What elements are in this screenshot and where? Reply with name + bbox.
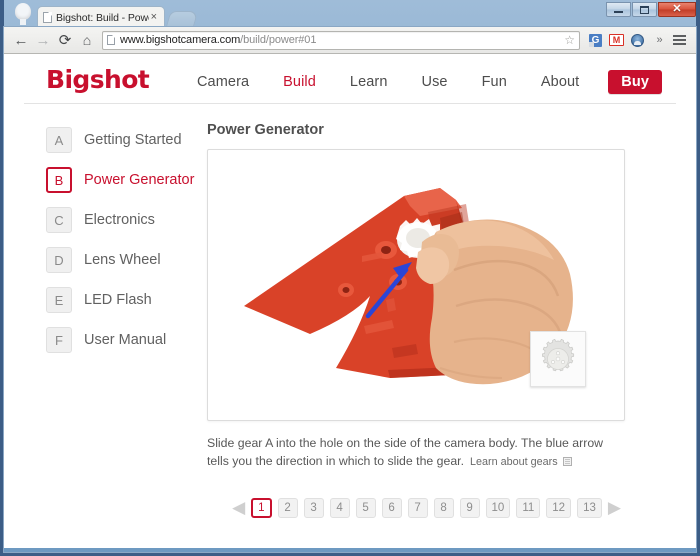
page-button-5[interactable]: 5 xyxy=(355,497,376,518)
instruction-photo xyxy=(240,178,594,393)
gear-thumbnail[interactable] xyxy=(530,331,586,387)
nav-item-about[interactable]: About xyxy=(524,74,596,90)
page-button-7[interactable]: 7 xyxy=(407,497,428,518)
page-button-9[interactable]: 9 xyxy=(459,497,480,518)
sidebar-item-label: Getting Started xyxy=(84,132,182,148)
forward-button[interactable]: → xyxy=(32,29,54,51)
sidebar-item-label: User Manual xyxy=(84,332,167,348)
sidebar-item-label: Electronics xyxy=(84,212,155,228)
window-border-bottom xyxy=(0,552,700,556)
sidebar-item-power-generator[interactable]: B Power Generator xyxy=(46,166,201,194)
learn-about-gears-link[interactable]: Learn about gears xyxy=(470,456,558,468)
main-navigation: Camera Build Learn Use Fun About Buy xyxy=(180,70,662,94)
buy-button[interactable]: Buy xyxy=(608,70,662,94)
tab-favicon-icon xyxy=(43,12,52,23)
page-button-4[interactable]: 4 xyxy=(329,497,350,518)
sidebar-badge: C xyxy=(46,207,72,233)
sidebar-item-label: LED Flash xyxy=(84,292,152,308)
sidebar-item-lens-wheel[interactable]: D Lens Wheel xyxy=(46,246,201,274)
url-text: www.bigshotcamera.com/build/power#01 xyxy=(120,34,316,46)
browser-tab[interactable]: Bigshot: Build - Power × xyxy=(37,6,165,28)
chrome-logo-icon xyxy=(12,3,34,27)
page-favicon-icon xyxy=(107,35,115,45)
page-button-10[interactable]: 10 xyxy=(485,497,511,518)
window-border-left xyxy=(0,0,4,556)
reload-button[interactable]: ⟳ xyxy=(54,29,76,51)
user-avatar-glyph xyxy=(631,33,644,47)
page-viewport: Bigshot Camera Build Learn Use Fun About… xyxy=(4,54,696,548)
sidebar-item-label: Power Generator xyxy=(84,172,195,188)
sidebar-badge: A xyxy=(46,127,72,153)
sidebar-item-label: Lens Wheel xyxy=(84,252,161,268)
sidebar-item-getting-started[interactable]: A Getting Started xyxy=(46,126,201,154)
sidebar-badge: E xyxy=(46,287,72,313)
tab-close-icon[interactable]: × xyxy=(149,12,159,23)
home-button[interactable]: ⌂ xyxy=(76,29,98,51)
page-title: Power Generator xyxy=(207,122,324,138)
sidebar-badge: B xyxy=(46,167,72,193)
page-button-8[interactable]: 8 xyxy=(433,497,454,518)
gear-icon xyxy=(542,339,575,372)
sidebar-item-user-manual[interactable]: F User Manual xyxy=(46,326,201,354)
bookmark-star-icon[interactable]: ☆ xyxy=(560,33,575,47)
page-body: A Getting Started B Power Generator C El… xyxy=(4,104,696,518)
instruction-photo-card xyxy=(207,149,625,421)
nav-item-build[interactable]: Build xyxy=(266,74,333,90)
back-button[interactable]: ← xyxy=(10,29,32,51)
pagination: ◀ 1 2 3 4 5 6 7 8 9 10 11 12 13 ▶ xyxy=(207,497,674,518)
page-button-2[interactable]: 2 xyxy=(277,497,298,518)
hamburger-glyph xyxy=(673,35,686,45)
sidebar-badge: D xyxy=(46,247,72,273)
tab-title: Bigshot: Build - Power xyxy=(56,11,149,24)
google-translate-glyph: G xyxy=(589,33,602,47)
chrome-menu-icon[interactable] xyxy=(669,30,690,51)
page-button-13[interactable]: 13 xyxy=(577,497,602,518)
page-button-12[interactable]: 12 xyxy=(546,497,572,518)
browser-window: ✕ Bigshot: Build - Power × ← → ⟳ ⌂ www.b… xyxy=(0,0,700,556)
nav-item-use[interactable]: Use xyxy=(405,74,465,90)
site-header: Bigshot Camera Build Learn Use Fun About… xyxy=(24,54,676,104)
user-account-icon[interactable] xyxy=(627,30,648,51)
sidebar-badge: F xyxy=(46,327,72,353)
sidebar-item-electronics[interactable]: C Electronics xyxy=(46,206,201,234)
tab-strip: Bigshot: Build - Power × xyxy=(0,0,700,28)
site-logo[interactable]: Bigshot xyxy=(46,65,150,94)
google-translate-icon[interactable]: G xyxy=(585,30,606,51)
overflow-glyph: » xyxy=(656,34,662,46)
page-button-3[interactable]: 3 xyxy=(303,497,324,518)
instruction-caption: Slide gear A into the hole on the side o… xyxy=(207,434,627,471)
nav-item-learn[interactable]: Learn xyxy=(333,74,405,90)
sidebar-item-led-flash[interactable]: E LED Flash xyxy=(46,286,201,314)
pagination-prev-icon[interactable]: ◀ xyxy=(232,498,245,517)
pagination-next-icon[interactable]: ▶ xyxy=(608,498,621,517)
nav-item-camera[interactable]: Camera xyxy=(180,74,266,90)
new-tab-button[interactable] xyxy=(165,11,199,28)
window-border-right xyxy=(696,0,700,556)
document-icon[interactable] xyxy=(562,457,572,467)
chapter-sidebar: A Getting Started B Power Generator C El… xyxy=(26,122,201,518)
gmail-glyph: M xyxy=(609,34,624,46)
page-button-11[interactable]: 11 xyxy=(516,497,541,518)
browser-toolbar: ← → ⟳ ⌂ www.bigshotcamera.com/build/powe… xyxy=(4,27,696,54)
nav-item-fun[interactable]: Fun xyxy=(465,74,524,90)
main-content: Power Generator Slide gear A into the ho… xyxy=(201,122,674,518)
url-path: /build/power#01 xyxy=(240,34,317,46)
page-button-6[interactable]: 6 xyxy=(381,497,402,518)
url-domain: www.bigshotcamera.com xyxy=(120,34,241,46)
overflow-icon[interactable]: » xyxy=(648,30,669,51)
address-bar[interactable]: www.bigshotcamera.com/build/power#01 ☆ xyxy=(102,30,580,50)
page-button-1[interactable]: 1 xyxy=(251,497,272,518)
gmail-icon[interactable]: M xyxy=(606,30,627,51)
